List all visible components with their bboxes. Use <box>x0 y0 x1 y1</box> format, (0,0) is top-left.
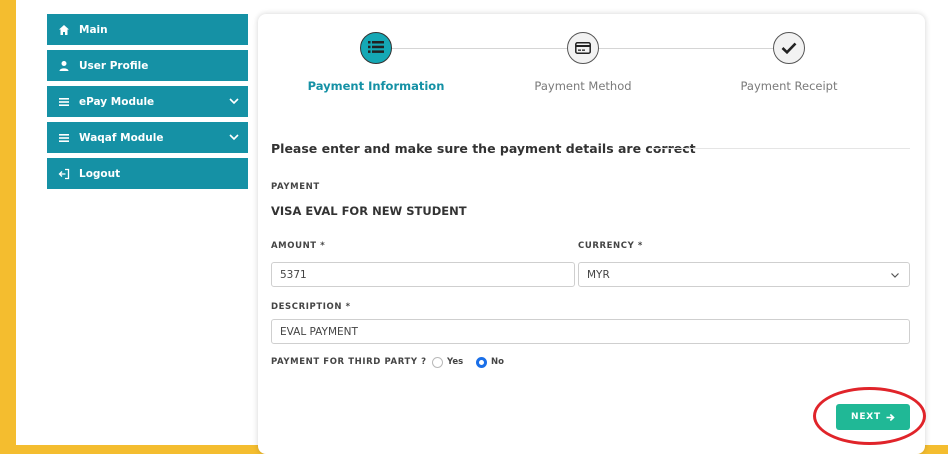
form-heading: Please enter and make sure the payment d… <box>271 141 696 156</box>
user-icon <box>57 59 71 73</box>
radio-yes-label[interactable]: Yes <box>447 357 463 368</box>
radio-yes[interactable] <box>432 357 443 368</box>
sidebar-item-main[interactable]: Main <box>47 14 248 45</box>
sidebar-item-label: Logout <box>79 167 121 180</box>
sidebar-item-label: User Profile <box>79 59 149 72</box>
sidebar-item-label: Main <box>79 23 108 36</box>
list-icon <box>57 131 71 145</box>
payment-card: Payment Information Payment Method Payme… <box>258 14 926 454</box>
third-party-label: PAYMENT FOR THIRD PARTY ? <box>271 357 427 367</box>
description-input[interactable] <box>271 319 910 344</box>
step-connector <box>598 48 773 49</box>
sidebar-item-label: ePay Module <box>79 95 155 108</box>
radio-no-label[interactable]: No <box>491 357 504 368</box>
radio-no[interactable] <box>476 357 487 368</box>
step-label-payment-information[interactable]: Payment Information <box>296 79 456 93</box>
amount-label: AMOUNT * <box>271 241 326 251</box>
currency-label: CURRENCY * <box>578 241 643 251</box>
currency-select[interactable]: MYR <box>578 262 910 287</box>
step-label-payment-receipt[interactable]: Payment Receipt <box>709 79 869 93</box>
step-payment-information[interactable] <box>360 32 392 64</box>
chevron-down-icon <box>890 270 900 280</box>
credit-card-icon <box>575 39 591 58</box>
step-payment-receipt[interactable] <box>773 32 805 64</box>
step-payment-method[interactable] <box>567 32 599 64</box>
step-connector <box>392 48 567 49</box>
list-icon <box>57 95 71 109</box>
payment-label: PAYMENT <box>271 182 320 192</box>
sidebar-item-label: Waqaf Module <box>79 131 164 144</box>
sidebar: Main User Profile ePay Module Waqaf Modu… <box>47 14 248 194</box>
list-icon <box>368 39 384 58</box>
description-label: DESCRIPTION * <box>271 302 351 312</box>
logout-icon <box>57 167 71 181</box>
check-icon <box>781 39 797 58</box>
sidebar-item-epay-module[interactable]: ePay Module <box>47 86 248 117</box>
next-button-label: NEXT <box>851 412 881 422</box>
arrow-right-icon <box>886 413 895 422</box>
sidebar-item-waqaf-module[interactable]: Waqaf Module <box>47 122 248 153</box>
page-stage: Main User Profile ePay Module Waqaf Modu… <box>16 0 948 454</box>
chevron-down-icon[interactable] <box>228 95 240 107</box>
heading-divider <box>650 148 910 149</box>
amount-input[interactable] <box>271 262 575 287</box>
home-icon <box>57 23 71 37</box>
payment-value: VISA EVAL FOR NEW STUDENT <box>271 204 467 218</box>
sidebar-item-user-profile[interactable]: User Profile <box>47 50 248 81</box>
currency-value: MYR <box>587 268 610 281</box>
sidebar-item-logout[interactable]: Logout <box>47 158 248 189</box>
chevron-down-icon[interactable] <box>228 131 240 143</box>
next-button[interactable]: NEXT <box>836 404 910 430</box>
step-label-payment-method[interactable]: Payment Method <box>503 79 663 93</box>
